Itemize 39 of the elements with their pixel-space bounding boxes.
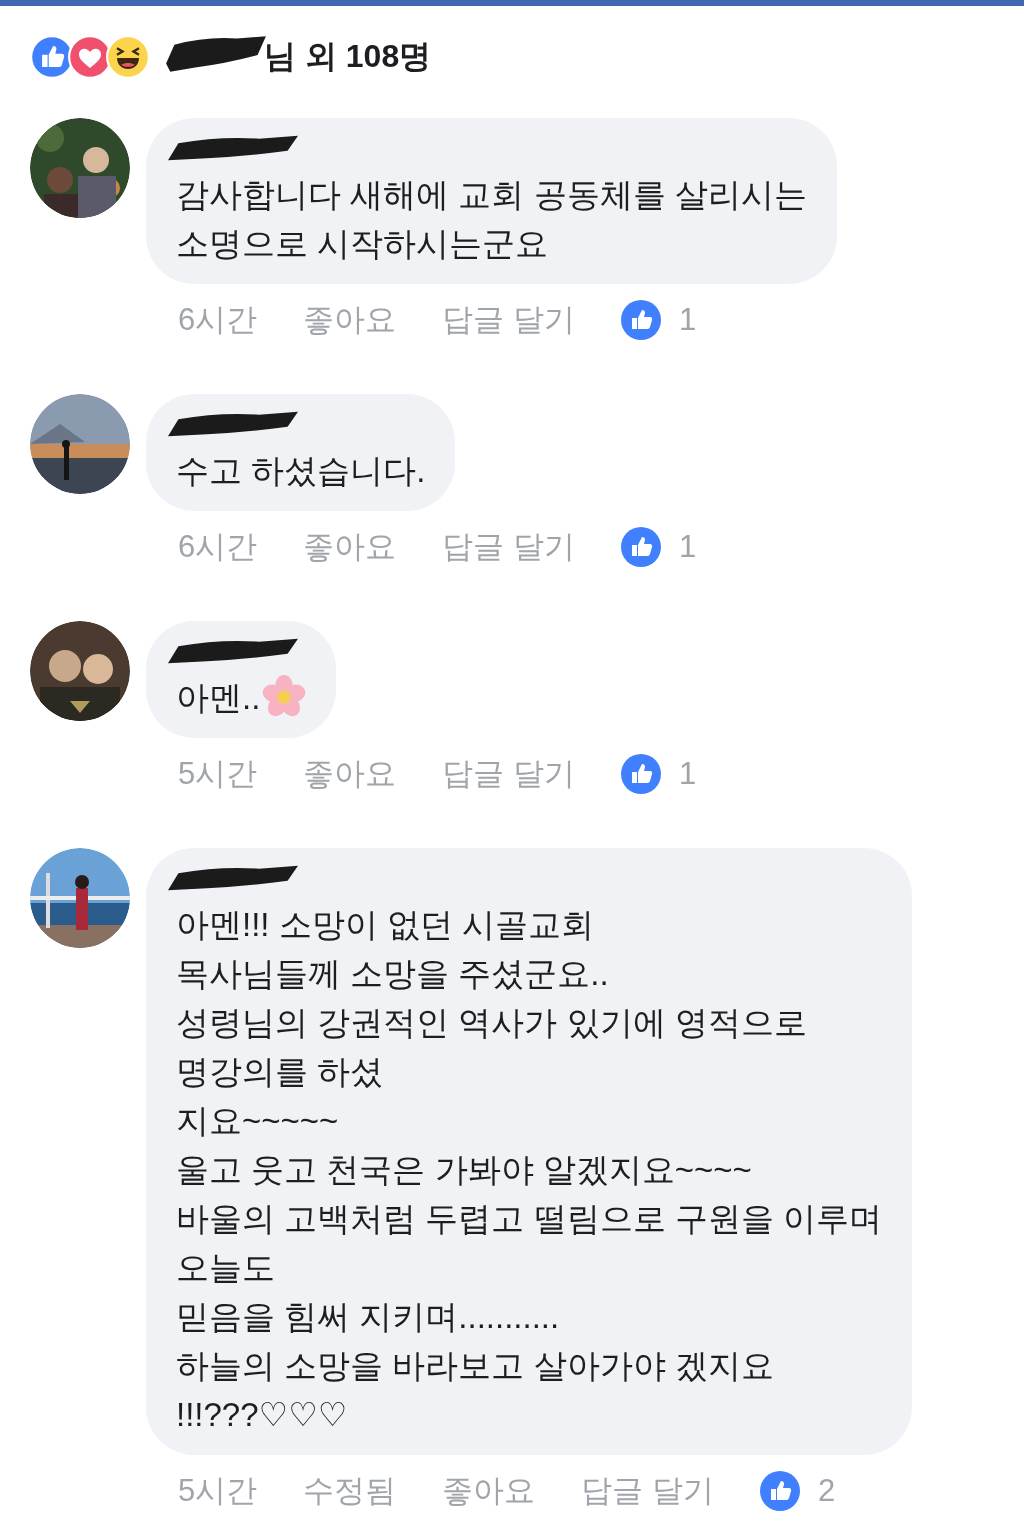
comment-text: 믿음을 힘써 지키며........... (176, 1297, 561, 1337)
comment-action[interactable]: 답글 달기 (442, 526, 575, 568)
thumbs-up-icon (620, 754, 661, 794)
comment-action[interactable]: 좋아요 (303, 526, 397, 568)
comment-action[interactable]: 좋아요 (442, 1470, 536, 1512)
comment-action[interactable]: 수정됨 (303, 1470, 397, 1512)
comment-text: 아멘!!! 소망이 없던 시골교회 (176, 905, 595, 945)
comment-text: 오늘도 (176, 1248, 276, 1288)
comment-action[interactable]: 5시간 (178, 753, 258, 795)
comment-action[interactable]: 6시간 (178, 299, 258, 341)
comment-text: 명강의를 하셨 (176, 1052, 385, 1092)
comment-text: 바울의 고백처럼 두렵고 떨림으로 구원을 이루며 (176, 1199, 882, 1239)
laughing-face-icon (106, 35, 150, 79)
thumbs-up-icon (620, 300, 661, 340)
comment-action[interactable]: 답글 달기 (442, 299, 575, 341)
comment-text: 수고 하셨습니다. (176, 451, 426, 491)
thumbs-up-icon (620, 527, 661, 567)
comment-text: 지요~~~~~ (176, 1101, 340, 1141)
like-count[interactable]: 1 (678, 529, 697, 565)
comment-text: 성령님의 강권적인 역사가 있기에 영적으로 (176, 1003, 808, 1043)
like-count[interactable]: 1 (678, 756, 697, 792)
comment-text: 감사합니다 새해에 교회 공동체를 살리시는 (176, 175, 807, 215)
comment-action[interactable]: 좋아요 (303, 753, 397, 795)
comment-text: 하늘의 소망을 바라보고 살아가야 겠지요 (176, 1346, 775, 1386)
thumbs-up-icon (759, 1471, 800, 1511)
comment-action[interactable]: 좋아요 (303, 299, 397, 341)
comment-text: 소명으로 시작하시는군요 (176, 224, 550, 264)
comment-text: 울고 웃고 천국은 가봐야 알겠지요~~~~ (176, 1150, 753, 1190)
comment-action[interactable]: 답글 달기 (581, 1470, 714, 1512)
comment-action[interactable]: 6시간 (178, 526, 258, 568)
reaction-summary[interactable]: 님 외 108명 (264, 35, 432, 79)
comment-action[interactable]: 답글 달기 (442, 753, 575, 795)
comment-text: 아멘.. (176, 673, 307, 722)
flower-icon (262, 675, 307, 719)
comment-text: !!!???♡♡♡ (176, 1395, 349, 1435)
comment-action[interactable]: 5시간 (178, 1470, 258, 1512)
comment-text: 목사님들께 소망을 주셨군요.. (176, 954, 610, 994)
like-count[interactable]: 1 (678, 302, 697, 338)
like-count[interactable]: 2 (817, 1473, 836, 1509)
